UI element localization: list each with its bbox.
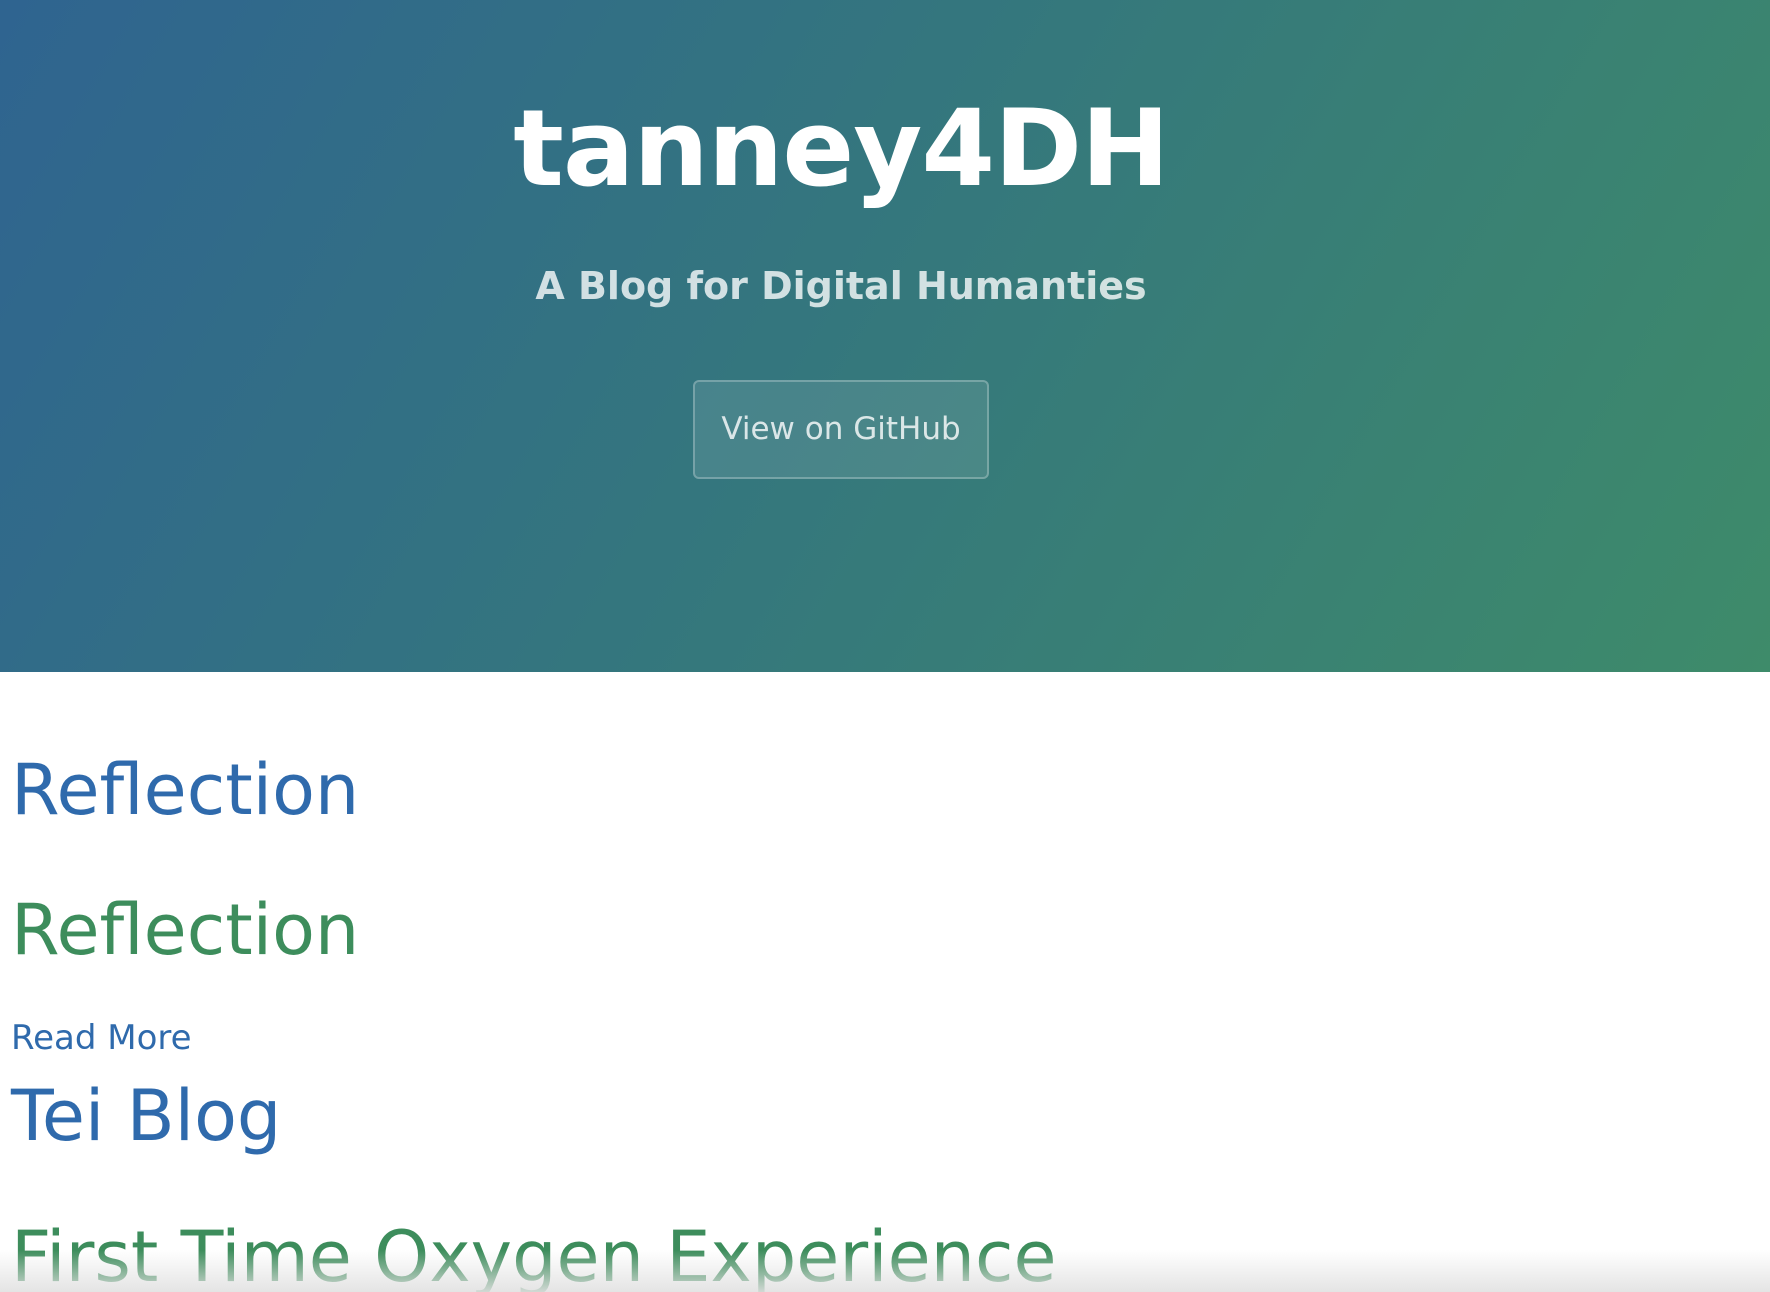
page-header: tanney4DH A Blog for Digital Humanties V… <box>0 0 1770 672</box>
site-tagline: A Blog for Digital Humanties <box>535 264 1147 308</box>
post-heading: First Time Oxygen Experience <box>11 1216 1057 1292</box>
site-title: tanney4DH <box>513 87 1170 210</box>
main-content: Reflection Reflection Read More Tei Blog… <box>0 672 1770 1292</box>
post-heading: Reflection <box>11 889 360 971</box>
read-more-link[interactable]: Read More <box>11 1016 192 1060</box>
view-on-github-button[interactable]: View on GitHub <box>693 380 989 479</box>
post-title-link[interactable]: Tei Blog <box>11 1071 281 1161</box>
post-title-link[interactable]: Reflection <box>11 745 359 835</box>
